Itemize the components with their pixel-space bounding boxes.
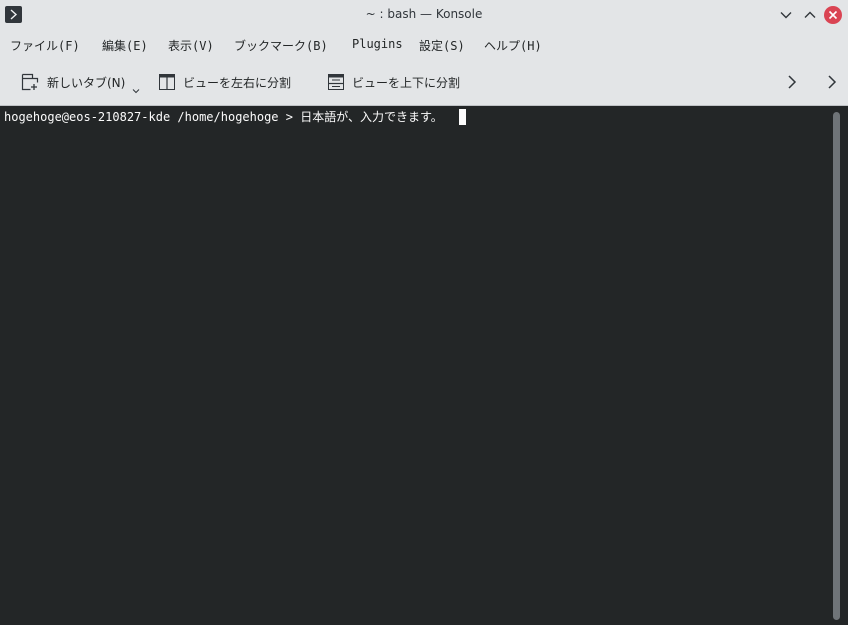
- terminal-area[interactable]: hogehoge@eos-210827-kde /home/hogehoge >…: [0, 106, 848, 625]
- close-icon: [824, 6, 842, 24]
- tab-new-icon: [21, 73, 39, 91]
- terminal-input: 日本語が、入力できます。: [300, 110, 443, 124]
- menu-bar: ファイル(F) 編集(E) 表示(V) ブックマーク(B) Plugins 設定…: [0, 30, 848, 58]
- split-top-bottom-button[interactable]: ビューを上下に分割: [328, 72, 460, 92]
- menu-plugins[interactable]: Plugins: [352, 37, 403, 51]
- menu-help[interactable]: ヘルプ(H): [484, 37, 542, 54]
- toolbar-overflow-button[interactable]: [784, 73, 800, 91]
- scrollbar[interactable]: [833, 112, 840, 620]
- menu-view[interactable]: 表示(V): [168, 37, 214, 54]
- window-title: ~ : bash — Konsole: [365, 7, 483, 21]
- new-tab-menu-arrow[interactable]: [132, 87, 140, 95]
- toolbar-overflow-button-2[interactable]: [824, 73, 840, 91]
- split-left-right-icon: [159, 74, 175, 90]
- title-bar[interactable]: ~ : bash — Konsole: [0, 0, 848, 30]
- menu-edit[interactable]: 編集(E): [102, 37, 148, 54]
- chevron-up-icon: [804, 11, 816, 18]
- chevron-down-icon: [132, 89, 140, 94]
- toolbar: 新しいタブ(N) ビューを左右に分割 ビューを上下に分割: [0, 58, 848, 106]
- chevron-right-icon: [788, 75, 797, 89]
- close-button[interactable]: [823, 5, 843, 25]
- split-left-right-label: ビューを左右に分割: [183, 75, 292, 90]
- chevron-right-icon: [828, 75, 837, 89]
- split-top-bottom-icon: [328, 74, 344, 90]
- new-tab-label: 新しいタブ(N): [47, 75, 126, 90]
- terminal-prompt: hogehoge@eos-210827-kde /home/hogehoge >: [4, 110, 301, 124]
- text-cursor: [459, 109, 466, 125]
- menu-bookmarks[interactable]: ブックマーク(B): [234, 37, 328, 54]
- menu-settings[interactable]: 設定(S): [419, 37, 465, 54]
- maximize-button[interactable]: [800, 5, 820, 25]
- chevron-down-icon: [780, 12, 792, 19]
- split-top-bottom-label: ビューを上下に分割: [352, 75, 461, 90]
- terminal-line: hogehoge@eos-210827-kde /home/hogehoge >…: [4, 109, 443, 125]
- new-tab-button[interactable]: 新しいタブ(N): [21, 72, 125, 92]
- minimize-button[interactable]: [776, 5, 796, 25]
- split-left-right-button[interactable]: ビューを左右に分割: [159, 72, 291, 92]
- menu-file[interactable]: ファイル(F): [10, 37, 80, 54]
